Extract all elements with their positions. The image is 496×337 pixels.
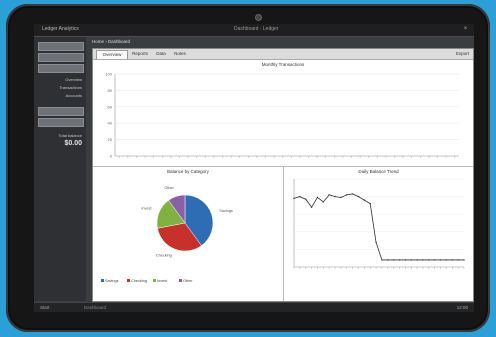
tab-bar: Overview Reports Data Notes Export [93, 49, 473, 60]
sidebar-label-accounts[interactable]: Accounts [38, 93, 82, 99]
pie-legend-swatch [153, 279, 156, 282]
window-subtitle: Dashboard · Ledger [234, 26, 279, 32]
tab-overview[interactable]: Overview [96, 50, 128, 59]
tab-reports[interactable]: Reports [129, 50, 151, 58]
pie-slice-label: Checking [156, 253, 172, 257]
app-title: Ledger Analytics [42, 26, 79, 32]
tablet-frame: Ledger Analytics Dashboard · Ledger × Ov… [6, 4, 490, 332]
bar-y-tick-label: 20 [108, 137, 113, 142]
bottom-bar: Start Dashboard 12:00 [34, 302, 474, 312]
pie-slice-label: Savings [219, 209, 233, 213]
sidebar: Overview Transactions Accounts Total bal… [34, 37, 86, 301]
camera-icon [255, 14, 262, 21]
bar-chart: 0 20 40 60 80 100 [105, 72, 459, 159]
line-point [387, 259, 389, 261]
line-point [316, 196, 319, 199]
line-point [299, 195, 301, 198]
line-point [428, 259, 430, 261]
line-point [463, 259, 465, 261]
bar-chart-panel: Monthly Transactions 0 20 40 60 80 100 [93, 60, 473, 167]
line-point [346, 194, 348, 196]
line-point [439, 259, 442, 261]
line-point [340, 196, 342, 199]
sidebar-label-overview[interactable]: Overview [38, 77, 82, 83]
line-point [433, 259, 436, 261]
pie-chart: Savings Checking Invest Other Savings Checkin… [101, 186, 233, 283]
line-point [351, 193, 354, 195]
line-point [422, 259, 424, 261]
sidebar-item-2[interactable] [38, 53, 84, 62]
total-balance-label: Total balance [58, 133, 82, 138]
total-balance-value: $0.00 [64, 140, 82, 147]
line-chart-title: Daily Balance Trend [358, 169, 399, 174]
sidebar-item-1[interactable] [38, 42, 84, 51]
bar-y-tick-label: 100 [105, 72, 112, 77]
pie-chart-title: Balance by Category [167, 169, 209, 174]
title-bar: Ledger Analytics Dashboard · Ledger × [34, 24, 474, 37]
pie-slice-label: Other [164, 186, 174, 190]
tab-notes[interactable]: Notes [171, 50, 189, 58]
line-point [410, 259, 412, 261]
line-point [404, 259, 407, 261]
pie-legend-swatch [101, 279, 104, 282]
pie-legend-swatch [127, 279, 130, 282]
line-point [451, 259, 453, 261]
pie-chart-panel: Balance by Category Savings Checking Inves… [93, 167, 284, 301]
sidebar-button-2[interactable] [38, 118, 84, 127]
dashboard-panel: Overview Reports Data Notes Export Month… [92, 48, 474, 302]
line-series [293, 193, 464, 261]
line-point [416, 259, 418, 261]
line-point [457, 259, 459, 261]
line-chart [293, 178, 465, 269]
line-point [322, 201, 325, 203]
line-point [381, 259, 383, 261]
line-point [375, 241, 377, 244]
line-point [328, 194, 330, 196]
line-point [363, 199, 366, 201]
sidebar-label-transactions[interactable]: Transactions [38, 85, 82, 91]
pie-legend-label: Checking [131, 279, 147, 283]
line-point [357, 195, 360, 198]
export-button[interactable]: Export [456, 50, 469, 58]
line-point [445, 259, 448, 261]
line-point [305, 198, 307, 200]
screen: Ledger Analytics Dashboard · Ledger × Ov… [34, 24, 474, 312]
close-icon[interactable]: × [461, 25, 470, 34]
pie-legend-label: Other [183, 279, 193, 283]
sidebar-button-1[interactable] [38, 107, 84, 116]
breadcrumb: Home › Dashboard [92, 39, 131, 44]
line-point [310, 206, 313, 208]
pie-legend-swatch [179, 279, 182, 282]
line-point [392, 259, 395, 261]
pie-slice-label: Invest [141, 207, 152, 211]
line-point [398, 259, 401, 261]
bar-y-tick-label: 80 [108, 88, 113, 93]
bar-chart-title: Monthly Transactions [261, 62, 305, 67]
line-point [334, 195, 336, 198]
clock: 12:00 [456, 305, 468, 310]
bar-y-tick-label: 0 [110, 154, 113, 159]
line-point [293, 197, 295, 200]
tab-data[interactable]: Data [153, 50, 169, 58]
bar-y-tick-label: 40 [108, 121, 113, 126]
start-button[interactable]: Start [40, 305, 50, 310]
line-point [369, 202, 371, 205]
pie-legend-label: Invest [157, 279, 168, 283]
taskbar-item[interactable]: Dashboard [84, 305, 106, 310]
pie-legend-label: Savings [105, 279, 119, 283]
line-chart-panel: Daily Balance Trend [284, 167, 473, 301]
bar-y-tick-label: 60 [108, 104, 113, 109]
sidebar-item-3[interactable] [38, 64, 84, 73]
